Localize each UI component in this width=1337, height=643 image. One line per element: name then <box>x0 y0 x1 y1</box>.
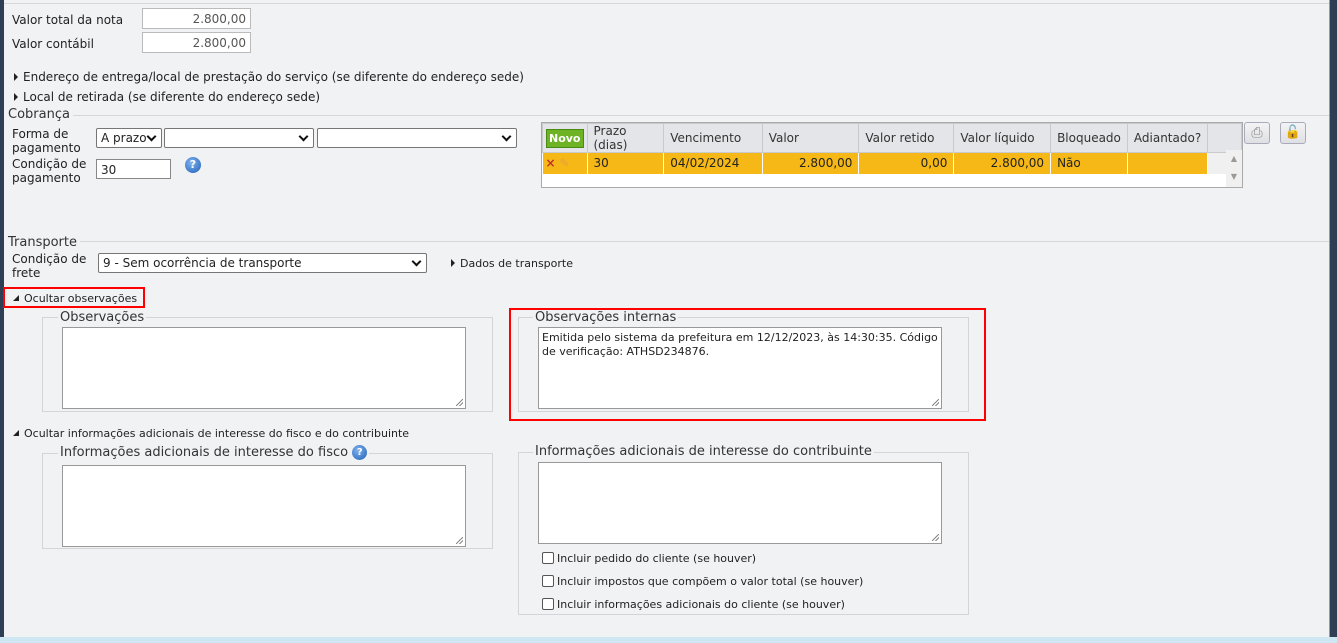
table-row: × ✎ 30 04/02/2024 2.800,00 0,00 2.800,00… <box>542 152 1242 174</box>
checkbox[interactable] <box>542 552 554 564</box>
edit-icon[interactable]: ✎ <box>559 156 569 170</box>
endereco-entrega-text: Endereço de entrega/local de prestação d… <box>23 70 524 84</box>
divider <box>70 241 1329 242</box>
dados-transporte-text: Dados de transporte <box>460 257 573 270</box>
expand-icon <box>451 259 455 267</box>
check-impostos[interactable]: Incluir impostos que compõem o valor tot… <box>542 575 863 589</box>
valor-total-input[interactable]: 2.800,00 <box>142 8 251 29</box>
local-retirada-link[interactable]: Local de retirada (se diferente do ender… <box>14 90 320 104</box>
cell-bloqueado: Não <box>1050 152 1128 174</box>
col-valor: Valor <box>761 123 860 153</box>
observacoes-legend: Observações <box>58 310 147 325</box>
condicao-frete-label: Condição de frete <box>12 252 87 280</box>
novo-button[interactable]: Novo <box>546 129 584 148</box>
bottom-strip <box>0 637 1337 643</box>
right-edge <box>1329 0 1337 643</box>
valor-contabil-label: Valor contábil <box>12 37 94 51</box>
check-label: Incluir impostos que compõem o valor tot… <box>557 575 864 588</box>
left-edge <box>0 0 4 643</box>
expand-icon <box>14 93 18 101</box>
cell-vencimento: 04/02/2024 <box>663 152 763 174</box>
col-valor-liquido: Valor líquido <box>953 123 1052 153</box>
valor-total-label: Valor total da nota <box>12 13 124 27</box>
cell-valor-retido: 0,00 <box>858 152 955 174</box>
collapse-icon <box>13 295 19 301</box>
help-icon[interactable]: ? <box>185 157 201 173</box>
printer-icon: ⎙ <box>1251 125 1263 141</box>
cell-prazo: 30 <box>587 152 665 174</box>
unlock-icon: 🔓 <box>1284 125 1302 140</box>
highlight-box <box>509 308 986 421</box>
info-fisco-legend: Informações adicionais de interesse do f… <box>58 445 370 460</box>
ocultar-info-toggle[interactable]: Ocultar informações adicionais de intere… <box>13 427 409 441</box>
top-line <box>4 3 1329 4</box>
dados-transporte-link[interactable]: Dados de transporte <box>451 257 573 271</box>
observacoes-textarea[interactable] <box>62 327 466 409</box>
condicao-frete-select[interactable]: 9 - Sem ocorrência de transporte <box>98 253 427 273</box>
cell-adiantado <box>1127 152 1209 174</box>
collapse-icon <box>13 430 19 436</box>
delete-icon[interactable]: × <box>546 156 556 170</box>
local-retirada-text: Local de retirada (se diferente do ender… <box>23 90 321 104</box>
checkbox[interactable] <box>542 598 554 610</box>
condicao-pagamento-label: Condição de pagamento <box>12 157 87 185</box>
forma-pagamento-select-3[interactable] <box>317 128 517 148</box>
forma-pagamento-select-2[interactable] <box>164 128 314 148</box>
checkbox[interactable] <box>542 575 554 587</box>
info-contribuinte-legend: Informações adicionais de interesse do c… <box>533 444 874 459</box>
info-contribuinte-textarea[interactable] <box>538 462 942 544</box>
unlock-button[interactable]: 🔓 <box>1280 122 1306 144</box>
check-label: Incluir informações adicionais do client… <box>557 598 845 611</box>
col-prazo: Prazo (dias) <box>586 123 665 153</box>
forma-pagamento-select[interactable]: A prazo <box>96 128 162 148</box>
ocultar-observacoes-toggle[interactable]: Ocultar observações <box>13 292 137 306</box>
ocultar-observacoes-text: Ocultar observações <box>24 292 138 305</box>
condicao-pagamento-input[interactable]: 30 <box>96 159 171 179</box>
valor-contabil-input[interactable]: 2.800,00 <box>142 32 251 53</box>
forma-pagamento-label: Forma de pagamento <box>12 127 81 155</box>
check-pedido-cliente[interactable]: Incluir pedido do cliente (se houver) <box>542 552 756 566</box>
cell-valor-liquido: 2.800,00 <box>953 152 1052 174</box>
info-fisco-textarea[interactable] <box>62 465 466 547</box>
print-button[interactable]: ⎙ <box>1244 122 1270 144</box>
help-icon[interactable]: ? <box>352 445 368 460</box>
parcelas-grid: Novo Prazo (dias) Vencimento Valor Valor… <box>541 122 1243 188</box>
check-label: Incluir pedido do cliente (se houver) <box>557 552 757 565</box>
endereco-entrega-link[interactable]: Endereço de entrega/local de prestação d… <box>14 70 524 84</box>
info-fisco-label: Informações adicionais de interesse do f… <box>60 445 349 460</box>
transporte-title: Transporte <box>8 235 80 250</box>
divider <box>60 115 1329 116</box>
col-vencimento: Vencimento <box>663 123 763 153</box>
check-info-cliente[interactable]: Incluir informações adicionais do client… <box>542 598 845 612</box>
expand-icon <box>14 73 18 81</box>
cell-valor: 2.800,00 <box>762 152 860 174</box>
col-bloqueado: Bloqueado <box>1050 123 1128 153</box>
col-valor-retido: Valor retido <box>858 123 955 153</box>
col-adiantado: Adiantado? <box>1126 123 1209 153</box>
grid-scrollbar[interactable]: ▲ ▼ <box>1226 150 1242 187</box>
cobranca-title: Cobrança <box>8 107 73 122</box>
ocultar-info-text: Ocultar informações adicionais de intere… <box>24 427 410 440</box>
